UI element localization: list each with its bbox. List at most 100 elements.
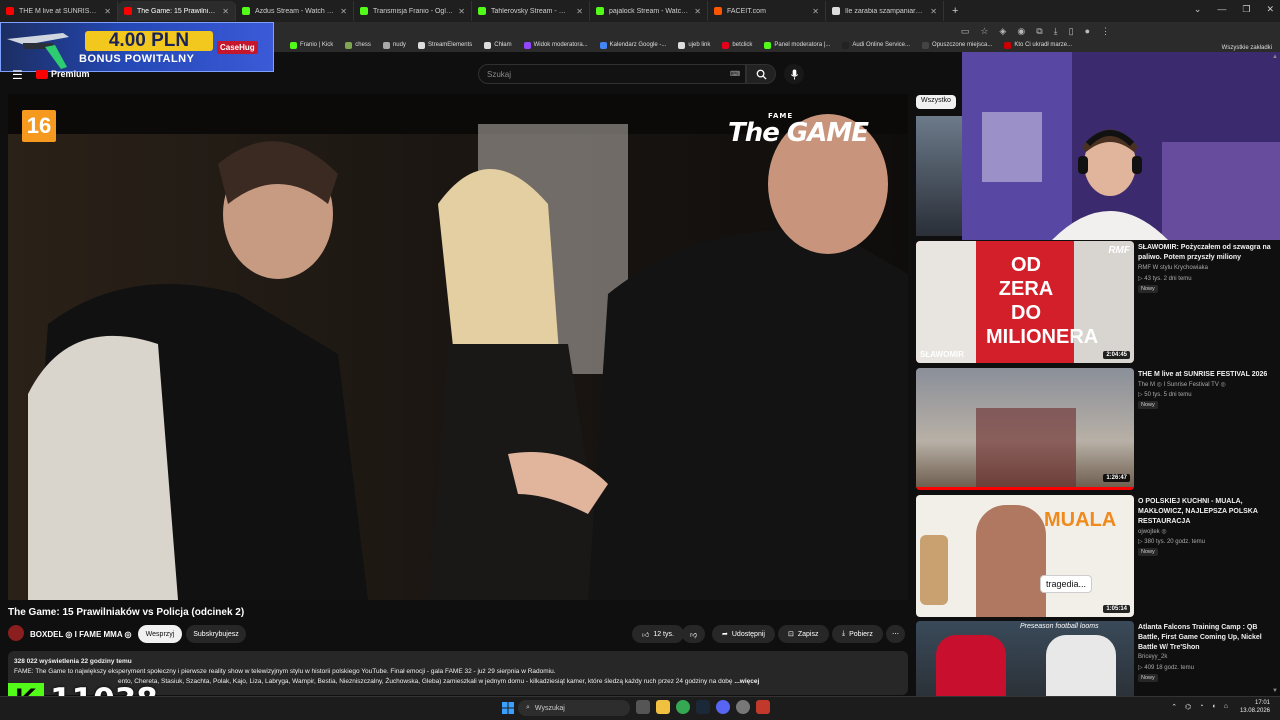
bookmark-item[interactable]: Kto Ci ukradł marze... (998, 41, 1078, 49)
close-tab-icon[interactable]: ✕ (458, 7, 465, 16)
extension-icon[interactable]: ◈ (999, 26, 1006, 37)
recommendation-item[interactable]: Preseason football looms Atlanta Falcons… (916, 621, 1280, 696)
close-tab-icon[interactable]: ✕ (340, 7, 347, 16)
recommendation-thumbnail[interactable]: 1:26:47 (916, 368, 1134, 490)
more-actions-button[interactable]: ⋯ (886, 625, 905, 643)
bookmark-item[interactable]: Audi Online Service... (836, 41, 916, 49)
browser-tab[interactable]: Transmisja Franio - Oglądaj na ✕ (354, 1, 472, 21)
browser-tab[interactable]: THE M live at SUNRISE FESTIVA ✕ (0, 1, 118, 21)
browser-tab[interactable]: FACEIT.com ✕ (708, 1, 826, 21)
taskbar-search[interactable]: ⌕ Wyszukaj (518, 700, 630, 716)
filter-chip-all[interactable]: Wszystko (916, 95, 956, 109)
browser-tab[interactable]: Tahlerovsky Stream - Watch Liv ✕ (472, 1, 590, 21)
tab-search-icon[interactable]: ⌄ (1194, 4, 1202, 15)
recommendation-item[interactable]: MUALA tragedia... 1:05:14 O POLSKIEJ KUC… (916, 495, 1280, 617)
recommendation-title[interactable]: THE M live at SUNRISE FESTIVAL 2026 (1138, 370, 1276, 380)
antivirus-icon[interactable] (756, 700, 770, 714)
bookmark-item[interactable]: Opuszczone miejsca... (916, 41, 998, 49)
bookmark-item[interactable]: betclick (716, 41, 758, 49)
windows-start-icon[interactable] (502, 702, 514, 714)
menu-dots-icon[interactable]: ⋮ (1101, 26, 1110, 37)
bookmark-item[interactable]: ujeb link (672, 41, 716, 49)
bookmark-item[interactable]: Panel moderatora |... (758, 41, 836, 49)
like-button[interactable]: 👍︎ 12 tys. (632, 625, 684, 643)
sidebar-icon[interactable]: ▯ (1069, 26, 1074, 37)
cast-icon[interactable]: ▭ (961, 26, 970, 37)
recommendation-channel[interactable]: RMF W stylu Krychowiaka (1138, 265, 1208, 271)
recommendation-channel[interactable]: ojwojtek ◎ (1138, 528, 1167, 535)
network-icon[interactable]: ⌬ (1185, 703, 1191, 711)
bookmark-item[interactable]: nudy (377, 41, 412, 49)
bookmark-item[interactable]: Franio | Kick (284, 41, 339, 49)
chrome-icon[interactable] (676, 700, 690, 714)
youtube-logo[interactable]: Premium (36, 69, 90, 79)
profile-icon[interactable]: ● (1085, 26, 1090, 37)
close-tab-icon[interactable]: ✕ (222, 7, 229, 16)
maximize-button[interactable]: ❐ (1242, 4, 1250, 15)
save-button[interactable]: ⊡ Zapisz (778, 625, 829, 643)
recommendation-thumbnail[interactable]: Preseason football looms (916, 621, 1134, 696)
close-tab-icon[interactable]: ✕ (104, 7, 111, 16)
download-icon[interactable]: ⤓ (1054, 26, 1058, 37)
search-button[interactable] (746, 64, 776, 84)
tab-favicon-icon (360, 7, 368, 15)
file-explorer-icon[interactable] (656, 700, 670, 714)
close-tab-icon[interactable]: ✕ (694, 7, 701, 16)
partial-thumbnail[interactable] (916, 116, 962, 236)
bookmark-item[interactable]: Kalendarz Google -... (594, 41, 673, 49)
recommendation-thumbnail[interactable]: MUALA tragedia... 1:05:14 (916, 495, 1134, 617)
close-tab-icon[interactable]: ✕ (576, 7, 583, 16)
all-bookmarks-folder[interactable]: Wszystkie zakładki (1222, 45, 1272, 51)
search-input[interactable]: Szukaj (478, 64, 746, 84)
show-more-link[interactable]: ...więcej (734, 678, 759, 685)
voice-search-button[interactable] (784, 64, 804, 84)
share-button[interactable]: ➦ Udostępnij (712, 625, 775, 643)
recommendation-title[interactable]: SŁAWOMIR: Pożyczałem od szwagra na paliw… (1138, 243, 1276, 263)
keyboard-icon[interactable]: ⌨ (730, 70, 740, 78)
bookmark-item[interactable]: Widok moderatora... (518, 41, 594, 49)
hamburger-menu-icon[interactable]: ☰ (12, 68, 23, 82)
chevron-up-icon[interactable]: ⌃ (1171, 703, 1177, 711)
language-icon[interactable]: ⌂ (1224, 703, 1228, 711)
recommendation-item[interactable]: 1:26:47 THE M live at SUNRISE FESTIVAL 2… (916, 368, 1280, 490)
volume-icon[interactable]: ◖ (1212, 703, 1216, 711)
discord-icon[interactable] (716, 700, 730, 714)
bookmark-item[interactable]: Chłam (478, 41, 517, 49)
subscribe-button[interactable]: Subskrybujesz (186, 625, 246, 643)
recommendation-channel[interactable]: Briceyy_2k (1138, 654, 1167, 660)
app-icon[interactable] (736, 700, 750, 714)
recommendation-thumbnail[interactable]: OD ZERA DO MILIONERA SŁAWOMIR RMF 2:04:4… (916, 241, 1134, 363)
channel-name[interactable]: BOXDEL ◎ I FAME MMA ◎ (30, 630, 132, 639)
channel-avatar[interactable] (8, 625, 24, 641)
browser-tab[interactable]: pajalock Stream - Watch Live o ✕ (590, 1, 708, 21)
close-tab-icon[interactable]: ✕ (930, 7, 937, 16)
browser-tab[interactable]: The Game: 15 Prawilniaków vs ✕ (118, 1, 236, 21)
recommendation-channel[interactable]: The M ◎ I Sunrise Festival TV ◎ (1138, 381, 1226, 388)
minimize-button[interactable]: — (1217, 4, 1226, 15)
recommendation-title[interactable]: O POLSKIEJ KUCHNI - MUALA, MAKŁOWICZ, NA… (1138, 497, 1276, 527)
star-icon[interactable]: ☆ (980, 26, 988, 37)
support-button[interactable]: Wesprzyj (138, 625, 182, 643)
steam-icon[interactable] (696, 700, 710, 714)
bookmark-label: Audi Online Service... (852, 42, 911, 48)
close-tab-icon[interactable]: ✕ (812, 7, 819, 16)
wifi-icon[interactable]: ◔ (1199, 703, 1203, 711)
browser-tab[interactable]: Azdus Stream - Watch Live on K ✕ (236, 1, 354, 21)
browser-tab[interactable]: Ile zarabia szampaniara - Szuk ✕ (826, 1, 944, 21)
close-window-button[interactable]: ✕ (1266, 4, 1274, 15)
scroll-down-arrow[interactable]: ▼ (1272, 688, 1278, 694)
scroll-up-arrow[interactable]: ▲ (1272, 54, 1278, 60)
bookmark-item[interactable]: StreamElements (412, 41, 478, 49)
puzzle-icon[interactable]: ⧉ (1036, 26, 1042, 37)
tab-title: The Game: 15 Prawilniaków vs (137, 7, 217, 15)
video-player[interactable] (8, 94, 908, 600)
dislike-button[interactable]: 👎︎ (682, 625, 706, 643)
recommendation-title[interactable]: Atlanta Falcons Training Camp : QB Battl… (1138, 623, 1276, 653)
system-clock[interactable]: 17:01 13.08.2026 (1240, 699, 1270, 715)
extension-icon[interactable]: ◉ (1017, 26, 1025, 37)
recommendation-item[interactable]: OD ZERA DO MILIONERA SŁAWOMIR RMF 2:04:4… (916, 241, 1280, 363)
bookmark-item[interactable]: chess (339, 41, 377, 49)
task-view-icon[interactable] (636, 700, 650, 714)
new-tab-button[interactable]: + (944, 5, 966, 17)
download-button[interactable]: ⤓ Pobierz (832, 625, 883, 643)
